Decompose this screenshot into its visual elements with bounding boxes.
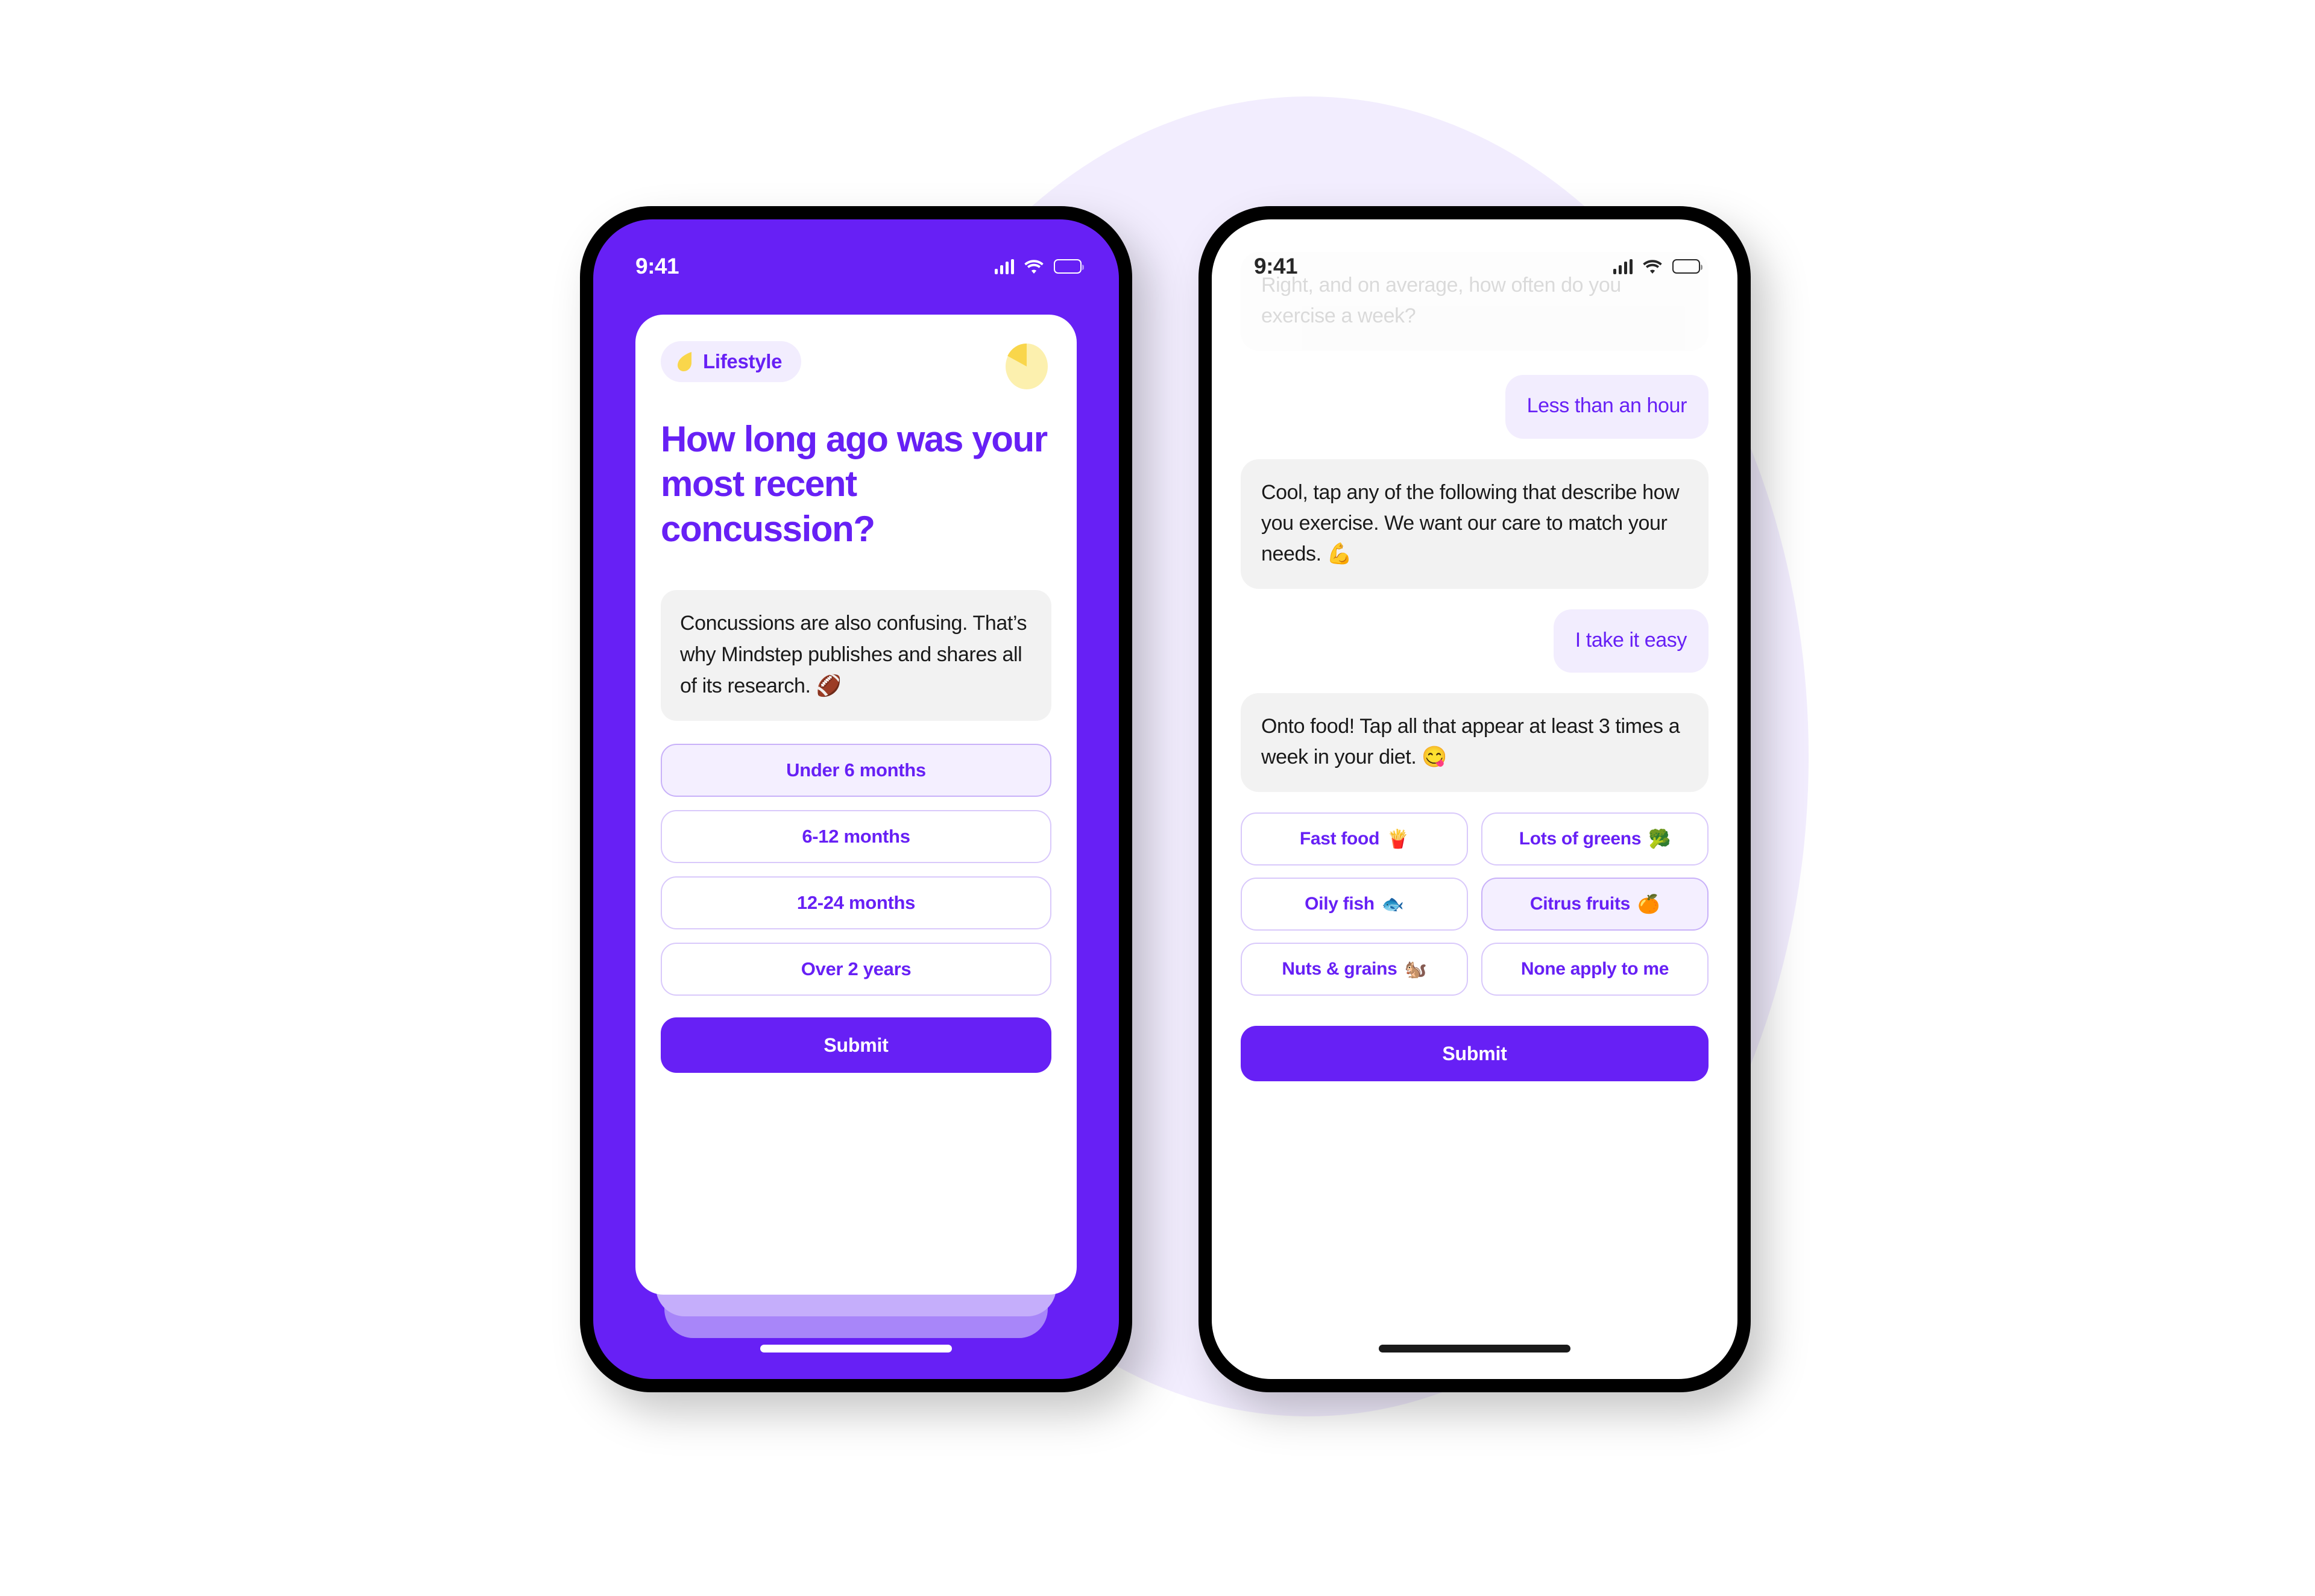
chat-bubble-bot: Right, and on average, how often do you … xyxy=(1241,252,1709,351)
card-header: Lifestyle xyxy=(661,341,1051,391)
food-chip-label: Nuts & grains xyxy=(1282,959,1397,979)
home-indicator xyxy=(1379,1345,1570,1353)
info-note-bubble: Concussions are also confusing. That’s w… xyxy=(661,590,1051,721)
food-chip[interactable]: Oily fish 🐟 xyxy=(1241,878,1468,931)
submit-button[interactable]: Submit xyxy=(1241,1026,1709,1082)
screen-left: 9:41 Lifestyle How long ago was your mos… xyxy=(593,219,1119,1379)
home-indicator xyxy=(760,1345,952,1353)
chat-bubble-bot: Onto food! Tap all that appear at least … xyxy=(1241,693,1709,793)
food-chip-label: Lots of greens xyxy=(1519,829,1642,849)
food-chip[interactable]: Nuts & grains 🐿️ xyxy=(1241,943,1468,996)
food-chip-label: None apply to me xyxy=(1520,959,1669,979)
chat-bubble-user: I take it easy xyxy=(1553,609,1709,673)
leaf-icon xyxy=(678,352,691,371)
question-card: Lifestyle How long ago was your most rec… xyxy=(635,315,1077,1295)
answer-option[interactable]: Under 6 months xyxy=(661,744,1051,797)
chat-bubble-user: Less than an hour xyxy=(1505,375,1709,439)
chipmunk-icon: 🐿️ xyxy=(1404,959,1427,979)
phone-mockup-left: 9:41 Lifestyle How long ago was your mos… xyxy=(580,206,1132,1392)
food-chip[interactable]: Citrus fruits 🍊 xyxy=(1481,878,1709,931)
food-chip[interactable]: Lots of greens 🥦 xyxy=(1481,812,1709,866)
page-title: How long ago was your most recent concus… xyxy=(661,419,1048,549)
broccoli-icon: 🥦 xyxy=(1648,829,1671,849)
chat-bubble-bot: Cool, tap any of the following that desc… xyxy=(1241,459,1709,589)
fries-icon: 🍟 xyxy=(1387,829,1409,849)
food-chip[interactable]: None apply to me xyxy=(1481,943,1709,996)
answer-option[interactable]: 12-24 months xyxy=(661,876,1051,930)
food-chip-label: Oily fish xyxy=(1305,894,1375,914)
tangerine-icon: 🍊 xyxy=(1637,894,1660,914)
food-chip-grid: Fast food 🍟 Lots of greens 🥦 Oily fish 🐟… xyxy=(1241,812,1709,996)
food-chip-label: Citrus fruits xyxy=(1529,894,1631,914)
answer-option-list: Under 6 months 6-12 months 12-24 months … xyxy=(661,744,1051,996)
category-badge-label: Lifestyle xyxy=(703,350,783,372)
food-chip[interactable]: Fast food 🍟 xyxy=(1241,812,1468,866)
pie-chart-icon xyxy=(1006,343,1048,389)
screen-right: 9:41 Right, and on average, how often do… xyxy=(1212,219,1737,1379)
fish-icon: 🐟 xyxy=(1381,894,1404,914)
answer-option[interactable]: Over 2 years xyxy=(661,943,1051,996)
category-badge-lifestyle[interactable]: Lifestyle xyxy=(661,341,802,382)
answer-option[interactable]: 6-12 months xyxy=(661,810,1051,864)
chat-thread: Right, and on average, how often do you … xyxy=(1212,252,1737,1379)
food-chip-label: Fast food xyxy=(1299,829,1380,849)
submit-button[interactable]: Submit xyxy=(661,1017,1051,1073)
phone-mockup-right: 9:41 Right, and on average, how often do… xyxy=(1198,206,1751,1392)
screenshot-stage: 9:41 Lifestyle How long ago was your mos… xyxy=(0,0,2315,1596)
question-card-stack: Lifestyle How long ago was your most rec… xyxy=(593,219,1119,1379)
